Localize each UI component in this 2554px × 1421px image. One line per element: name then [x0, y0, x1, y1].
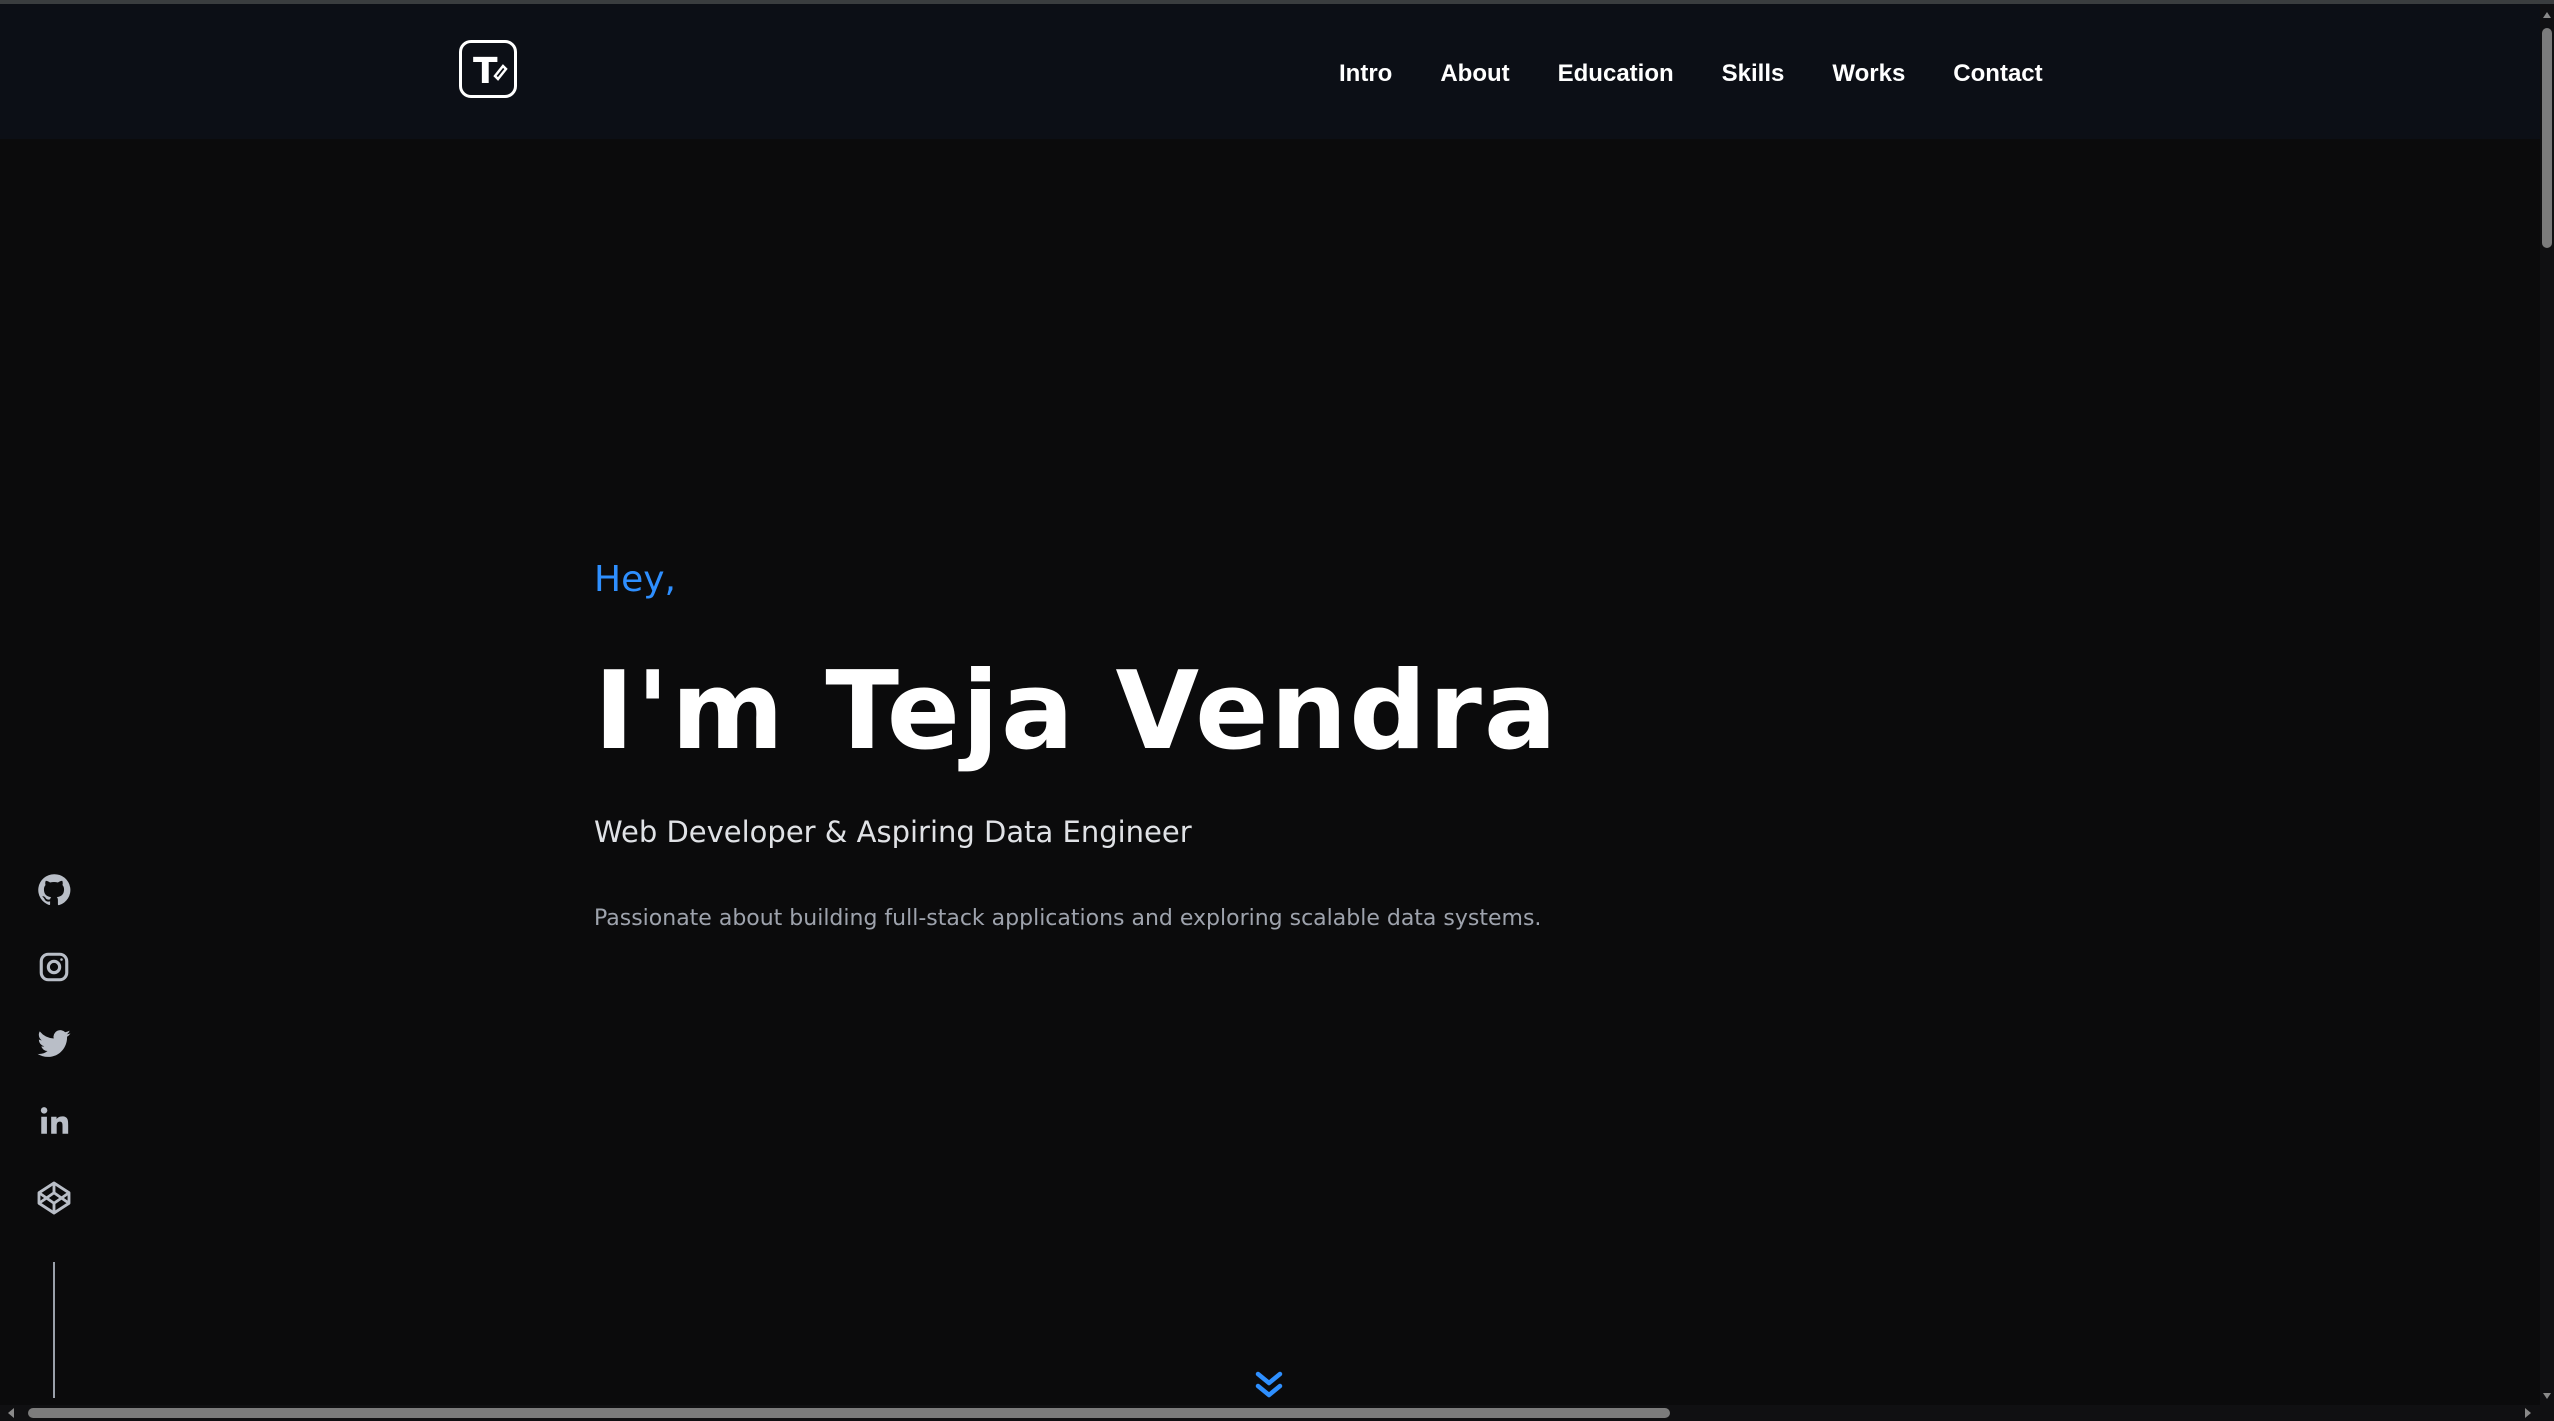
scroll-up-arrow-icon[interactable]	[2540, 8, 2554, 22]
hero-name: I'm Teja Vendra	[594, 649, 1559, 774]
codepen-icon[interactable]	[34, 1178, 74, 1218]
vertical-scrollbar[interactable]	[2540, 4, 2554, 1407]
hero-description: Passionate about building full-stack app…	[594, 906, 1542, 931]
logo-icon: T	[473, 51, 508, 92]
social-divider-line	[53, 1262, 55, 1398]
scroll-right-arrow-icon[interactable]	[2520, 1405, 2536, 1421]
navbar: T Intro About Education Skills Works Con…	[0, 4, 2540, 139]
nav-links: Intro About Education Skills Works Conta…	[1339, 60, 2043, 88]
twitter-icon[interactable]	[34, 1024, 74, 1064]
nav-link-education[interactable]: Education	[1558, 60, 1674, 88]
svg-text:T: T	[473, 51, 498, 92]
nav-link-contact[interactable]: Contact	[1953, 60, 2042, 88]
logo[interactable]: T	[459, 40, 517, 98]
vertical-scrollbar-thumb[interactable]	[2542, 28, 2552, 248]
nav-link-about[interactable]: About	[1440, 60, 1509, 88]
github-icon[interactable]	[34, 870, 74, 910]
nav-link-skills[interactable]: Skills	[1722, 60, 1785, 88]
hero-greeting: Hey,	[594, 559, 676, 600]
scroll-left-arrow-icon[interactable]	[4, 1405, 20, 1421]
instagram-icon[interactable]	[34, 947, 74, 987]
nav-link-works[interactable]: Works	[1832, 60, 1905, 88]
hero-role: Web Developer & Aspiring Data Engineer	[594, 815, 1192, 849]
horizontal-scrollbar[interactable]	[0, 1405, 2554, 1421]
scroll-down-arrow-icon[interactable]	[2540, 1389, 2554, 1403]
linkedin-icon[interactable]	[34, 1101, 74, 1141]
scroll-down-icon[interactable]	[1253, 1370, 1285, 1400]
horizontal-scrollbar-thumb[interactable]	[28, 1408, 1670, 1418]
nav-link-intro[interactable]: Intro	[1339, 60, 1392, 88]
